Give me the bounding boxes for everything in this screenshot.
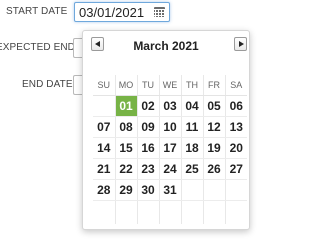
- day-cell[interactable]: 05: [202, 95, 225, 117]
- day-cell[interactable]: 28: [93, 179, 115, 201]
- week-row: 01 02 03 04 05 06: [93, 95, 247, 117]
- day-cell[interactable]: 19: [202, 137, 225, 159]
- week-row: 07 08 09 10 11 12 13: [93, 116, 247, 138]
- day-cell[interactable]: 04: [180, 95, 203, 117]
- weekday-header: SU: [93, 75, 115, 96]
- day-cell[interactable]: 29: [114, 179, 137, 201]
- weekday-header: TH: [180, 75, 203, 96]
- day-cell[interactable]: 26: [202, 158, 225, 180]
- empty-day-cell: [202, 179, 225, 201]
- start-date-label: START DATE: [6, 6, 68, 17]
- filler-row: [93, 200, 247, 224]
- day-cell[interactable]: 20: [224, 137, 247, 159]
- day-cell[interactable]: 24: [158, 158, 181, 180]
- selected-day-cell[interactable]: 01: [114, 95, 137, 117]
- day-cell[interactable]: 13: [224, 116, 247, 138]
- day-cell[interactable]: 22: [114, 158, 137, 180]
- weekday-header-row: SU MO TU WE TH FR SA: [93, 75, 247, 96]
- empty-day-cell: [158, 200, 181, 224]
- date-form: START DATE 03/01/2021 EXPECTED END DATE …: [0, 0, 265, 243]
- calendar-icon[interactable]: [154, 7, 165, 17]
- weekday-header: MO: [114, 75, 137, 96]
- day-cell[interactable]: 15: [114, 137, 137, 159]
- empty-day-cell: [202, 200, 225, 224]
- start-date-input[interactable]: 03/01/2021: [74, 2, 170, 22]
- empty-day-cell: [114, 200, 137, 224]
- day-cell[interactable]: 16: [136, 137, 159, 159]
- day-cell[interactable]: 23: [136, 158, 159, 180]
- week-row: 28 29 30 31: [93, 179, 247, 201]
- week-row: 21 22 23 24 25 26 27: [93, 158, 247, 180]
- day-cell[interactable]: 09: [136, 116, 159, 138]
- day-cell[interactable]: 03: [158, 95, 181, 117]
- day-cell[interactable]: 14: [93, 137, 115, 159]
- month-title: March 2021: [133, 39, 199, 53]
- day-cell[interactable]: 12: [202, 116, 225, 138]
- empty-day-cell: [224, 200, 247, 224]
- day-cell[interactable]: 11: [180, 116, 203, 138]
- empty-day-cell: [180, 200, 203, 224]
- day-cell[interactable]: 07: [93, 116, 115, 138]
- empty-day-cell: [224, 179, 247, 201]
- day-cell[interactable]: 21: [93, 158, 115, 180]
- chevron-right-icon: [239, 41, 244, 47]
- day-cell[interactable]: 18: [180, 137, 203, 159]
- day-cell[interactable]: 17: [158, 137, 181, 159]
- day-cell[interactable]: 27: [224, 158, 247, 180]
- weekday-header: SA: [224, 75, 247, 96]
- weekday-header: WE: [158, 75, 181, 96]
- empty-day-cell: [136, 200, 159, 224]
- day-cell[interactable]: 31: [158, 179, 181, 201]
- day-cell[interactable]: 06: [224, 95, 247, 117]
- calendar-grid: SU MO TU WE TH FR SA 01 02 03 04 05 06 0…: [93, 75, 247, 224]
- weekday-header: TU: [136, 75, 159, 96]
- date-picker-popup: March 2021 SU MO TU WE TH FR SA 01 02 03…: [82, 30, 250, 230]
- day-cell[interactable]: 30: [136, 179, 159, 201]
- weekday-header: FR: [202, 75, 225, 96]
- week-row: 14 15 16 17 18 19 20: [93, 137, 247, 159]
- next-month-button[interactable]: [234, 37, 247, 51]
- end-date-label: END DATE: [22, 79, 73, 90]
- empty-day-cell: [93, 95, 115, 117]
- day-cell[interactable]: 02: [136, 95, 159, 117]
- empty-day-cell: [180, 179, 203, 201]
- empty-day-cell: [93, 200, 115, 224]
- day-cell[interactable]: 10: [158, 116, 181, 138]
- date-picker-header: March 2021: [83, 31, 249, 59]
- day-cell[interactable]: 25: [180, 158, 203, 180]
- day-cell[interactable]: 08: [114, 116, 137, 138]
- start-date-value[interactable]: 03/01/2021: [79, 5, 144, 20]
